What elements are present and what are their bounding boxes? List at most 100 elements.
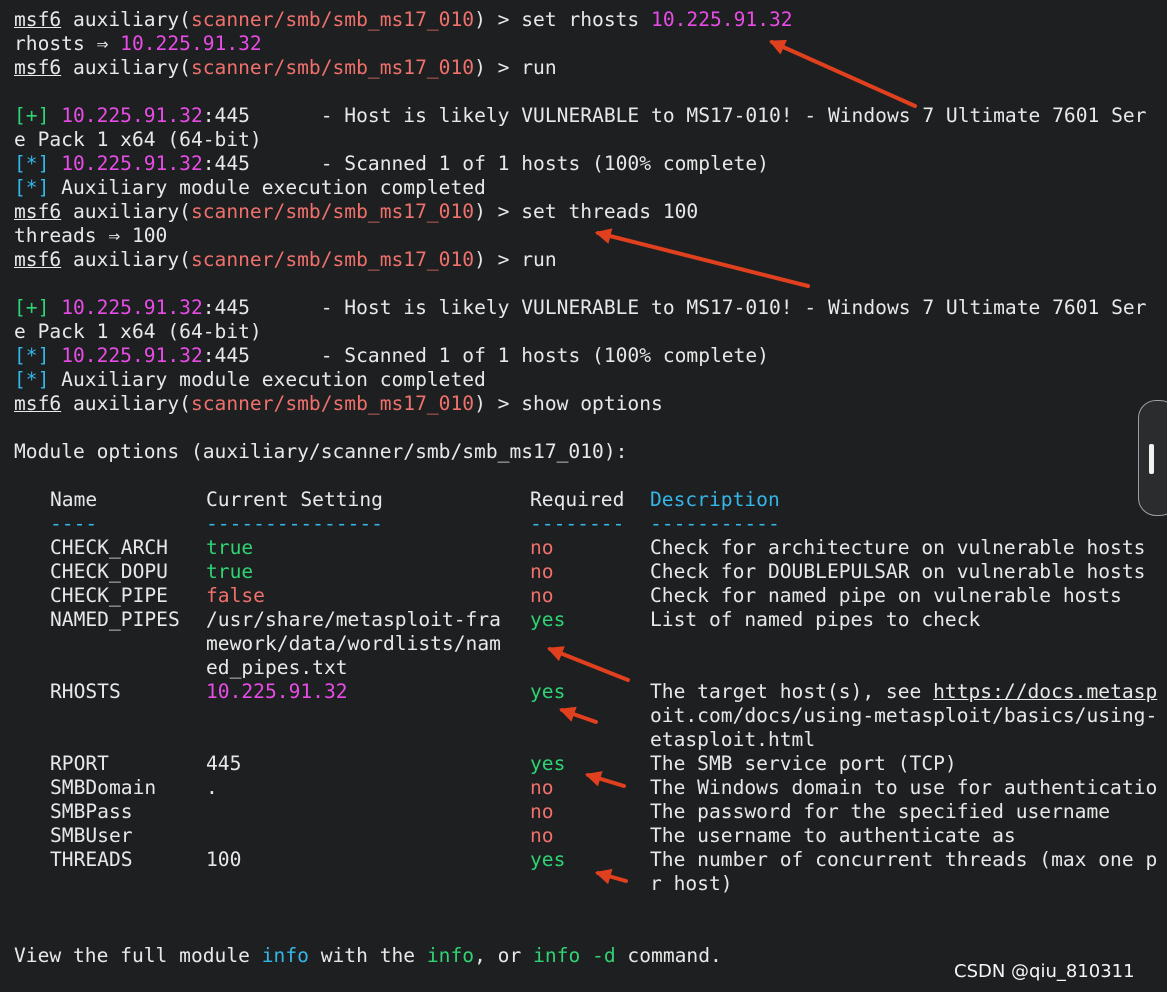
prompt-app: msf6 — [14, 8, 62, 31]
command-text: run — [521, 248, 557, 271]
footer-keyword: info — [261, 944, 309, 967]
option-required: no — [530, 800, 554, 823]
terminal-window[interactable]: msf6 auxiliary(scanner/smb/smb_ms17_010)… — [0, 0, 1167, 992]
prompt-suffix: ) > — [474, 392, 522, 415]
output-line: [*] 10.225.91.32:445 - Scanned 1 of 1 ho… — [14, 344, 769, 368]
status-star: [*] — [14, 176, 50, 199]
option-name: SMBDomain — [50, 776, 157, 799]
output-message: - Host is likely VULNERABLE to MS17-010!… — [249, 104, 1147, 127]
option-setting: 10.225.91.32 — [206, 680, 348, 703]
option-description: List of named pipes to check — [650, 608, 981, 631]
output-line-wrap: e Pack 1 x64 (64-bit) — [14, 320, 262, 343]
echo-line: threads ⇒ 100 — [14, 224, 168, 247]
option-name: RPORT — [50, 752, 109, 775]
prompt-module-path: scanner/smb/smb_ms17_010 — [190, 8, 475, 31]
option-setting: 445 — [206, 752, 242, 775]
option-description: The target host(s), see https://docs.met… — [650, 680, 1157, 704]
echo-ip: 10.225.91.32 — [120, 32, 262, 55]
status-star: [*] — [14, 344, 50, 367]
prompt-suffix: ) > — [474, 248, 522, 271]
option-name: RHOSTS — [50, 680, 121, 703]
option-description: The SMB service port (TCP) — [650, 752, 957, 775]
option-required: no — [530, 536, 554, 559]
prompt-app: msf6 — [14, 200, 62, 223]
footer-text: command. — [615, 944, 722, 967]
output-line: [+] 10.225.91.32:445 - Host is likely VU… — [14, 104, 1146, 128]
scrollbar[interactable] — [1138, 400, 1167, 516]
prompt-suffix: ) > — [474, 56, 522, 79]
header-underline: --------------- — [206, 512, 383, 535]
description-text: The target host(s), see — [650, 680, 934, 703]
option-description-wrap: oit.com/docs/using-metasploit/basics/usi… — [650, 704, 1158, 727]
footer-text: , or — [474, 944, 534, 967]
module-options-title: Module options (auxiliary/scanner/smb/sm… — [14, 440, 628, 463]
echo-label: rhosts ⇒ — [14, 32, 121, 55]
option-required: yes — [530, 680, 566, 703]
arrow-icon — [584, 771, 626, 788]
output-ip: 10.225.91.32 — [61, 344, 203, 367]
command-text: run — [521, 56, 557, 79]
option-description: The Windows domain to use for authentica… — [650, 776, 1158, 799]
output-message: - Scanned 1 of 1 hosts (100% complete) — [249, 344, 769, 367]
output-port: :445 — [202, 296, 250, 319]
option-name: NAMED_PIPES — [50, 608, 180, 631]
option-required: no — [530, 824, 554, 847]
column-header-required: Required — [530, 488, 625, 511]
output-port: :445 — [202, 152, 250, 175]
arrow-icon — [547, 646, 630, 682]
option-name: CHECK_PIPE — [50, 584, 168, 607]
output-line-wrap: e Pack 1 x64 (64-bit) — [14, 128, 262, 151]
arrow-icon — [594, 228, 810, 288]
option-required: no — [530, 560, 554, 583]
footer-text: View the full module — [14, 944, 262, 967]
prompt-module-path: scanner/smb/smb_ms17_010 — [190, 200, 475, 223]
watermark: CSDN @qiu_810311 — [954, 961, 1135, 982]
prompt-app: msf6 — [14, 56, 62, 79]
command-text: show options — [521, 392, 663, 415]
docs-link[interactable]: https://docs.metasp — [933, 680, 1157, 703]
footer-hint: View the full module info with the info,… — [14, 944, 722, 968]
option-description: Check for architecture on vulnerable hos… — [650, 536, 1146, 559]
option-description: Check for named pipe on vulnerable hosts — [650, 584, 1122, 607]
option-required: no — [530, 776, 554, 799]
scrollbar-thumb[interactable] — [1149, 444, 1154, 474]
output-message: - Host is likely VULNERABLE to MS17-010!… — [249, 296, 1147, 319]
prompt-line: msf6 auxiliary(scanner/smb/smb_ms17_010)… — [14, 56, 557, 80]
option-description: The password for the specified username — [650, 800, 1111, 823]
option-required: yes — [530, 848, 566, 871]
prompt-suffix: ) > — [474, 200, 522, 223]
command-text: set rhosts — [521, 8, 652, 31]
status-plus: [+] — [14, 104, 50, 127]
option-setting: true — [206, 560, 254, 583]
option-description: Check for DOUBLEPULSAR on vulnerable hos… — [650, 560, 1146, 583]
option-description-wrap: etasploit.html — [650, 728, 816, 751]
header-underline: ---- — [50, 512, 98, 535]
prompt-module-path: scanner/smb/smb_ms17_010 — [190, 392, 475, 415]
output-message: Auxiliary module execution completed — [49, 368, 486, 391]
prompt-line: msf6 auxiliary(scanner/smb/smb_ms17_010)… — [14, 392, 663, 416]
output-message: - Scanned 1 of 1 hosts (100% complete) — [249, 152, 769, 175]
header-underline: ----------- — [650, 512, 780, 535]
option-name: SMBUser — [50, 824, 133, 847]
prompt-module-prefix: auxiliary( — [72, 200, 191, 223]
echo-line: rhosts ⇒ 10.225.91.32 — [14, 32, 262, 56]
output-line: [+] 10.225.91.32:445 - Host is likely VU… — [14, 296, 1146, 320]
option-name: THREADS — [50, 848, 133, 871]
option-required: yes — [530, 608, 566, 631]
column-header-description: Description — [650, 488, 780, 511]
prompt-app: msf6 — [14, 392, 62, 415]
option-setting: true — [206, 536, 254, 559]
option-name: CHECK_DOPU — [50, 560, 168, 583]
output-line: [*] Auxiliary module execution completed — [14, 368, 486, 392]
option-name: CHECK_ARCH — [50, 536, 168, 559]
arrow-icon — [558, 706, 598, 724]
status-star: [*] — [14, 368, 50, 391]
arrow-icon — [769, 39, 917, 108]
prompt-module-path: scanner/smb/smb_ms17_010 — [190, 248, 475, 271]
footer-text: with the — [308, 944, 427, 967]
option-name: SMBPass — [50, 800, 133, 823]
output-line: [*] 10.225.91.32:445 - Scanned 1 of 1 ho… — [14, 152, 769, 176]
column-header-setting: Current Setting — [206, 488, 383, 511]
prompt-module-prefix: auxiliary( — [72, 248, 191, 271]
option-setting: false — [206, 584, 265, 607]
